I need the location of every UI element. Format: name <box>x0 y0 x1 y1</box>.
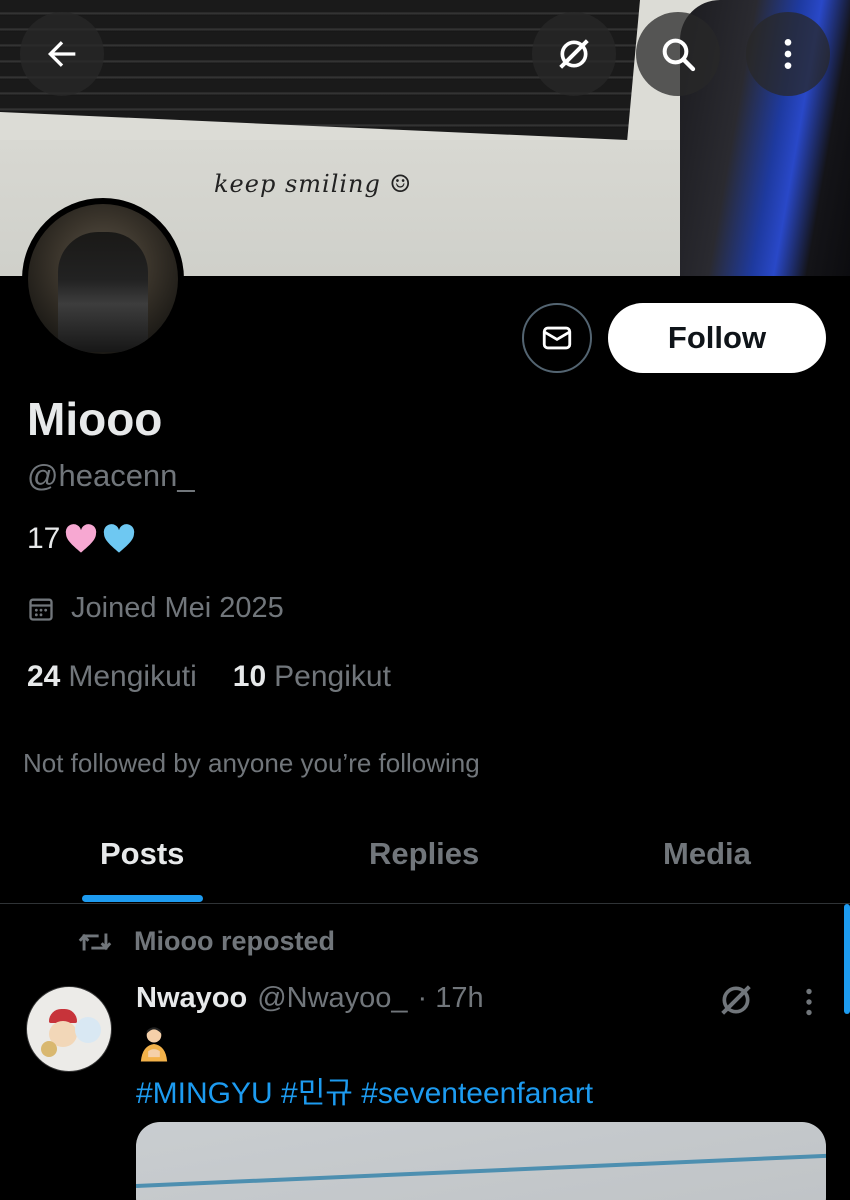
banner-handwriting: keep smiling ☺ <box>214 170 413 198</box>
avatar-small-figure <box>41 1041 57 1057</box>
person-emoji-icon <box>140 1027 168 1062</box>
following-count: 24 <box>27 660 61 693</box>
avatar-bear <box>75 1017 101 1043</box>
arrow-left-icon <box>48 41 76 67</box>
following-label: Mengikuti <box>68 660 197 693</box>
followers-link[interactable]: 10 Pengikut <box>233 660 391 694</box>
post-header: Nwayoo @Nwayoo_ · 17h <box>136 982 484 1015</box>
repost-context: Miooo reposted <box>78 926 335 957</box>
more-vertical-icon <box>784 39 792 69</box>
grok-icon[interactable] <box>716 980 756 1020</box>
profile-name: Miooo <box>27 393 163 445</box>
pink-heart-icon <box>64 524 98 554</box>
post-media-image[interactable] <box>136 1122 826 1200</box>
tab-media[interactable]: Media <box>663 836 751 872</box>
profile-handle: @heacenn_ <box>27 458 195 493</box>
follow-button[interactable]: Follow <box>608 303 826 373</box>
profile-bio: 17 <box>27 522 136 556</box>
following-link[interactable]: 24 Mengikuti <box>27 660 197 694</box>
follow-stats: 24 Mengikuti 10 Pengikut <box>27 660 391 694</box>
calendar-icon <box>29 598 53 621</box>
post-more-icon[interactable] <box>796 984 822 1020</box>
not-followed-notice: Not followed by anyone you’re following <box>23 748 480 778</box>
search-button[interactable] <box>636 12 720 96</box>
message-button[interactable] <box>522 303 592 373</box>
search-icon <box>662 38 696 72</box>
post-author-name[interactable]: Nwayoo <box>136 982 247 1015</box>
more-button[interactable] <box>746 12 830 96</box>
avatar-person <box>58 232 148 352</box>
tab-posts[interactable]: Posts <box>100 836 184 872</box>
profile-tabs: Posts Replies Media <box>0 820 850 904</box>
repost-label: Miooo reposted <box>134 926 335 956</box>
post-author-handle[interactable]: @Nwayoo_ <box>257 982 407 1015</box>
grok-icon <box>559 39 589 69</box>
active-tab-indicator <box>82 895 203 902</box>
mail-icon <box>542 326 572 350</box>
profile-avatar[interactable] <box>22 198 184 360</box>
post-hashtags[interactable]: #MINGYU #민규 #seventeenfanart <box>136 1068 593 1112</box>
grok-button[interactable] <box>532 12 616 96</box>
back-button[interactable] <box>20 12 104 96</box>
post-time[interactable]: · 17h <box>418 982 484 1015</box>
avatar-image <box>28 204 178 354</box>
post-author-avatar[interactable] <box>26 986 112 1072</box>
repost-icon <box>78 933 112 950</box>
joined-text: Joined Mei 2025 <box>71 592 284 624</box>
followers-count: 10 <box>232 660 267 693</box>
light-blue-heart-icon <box>102 524 136 554</box>
media-line <box>136 1153 826 1188</box>
bio-text: 17 <box>27 522 61 555</box>
joined-date: Joined Mei 2025 <box>27 592 284 625</box>
followers-label: Pengikut <box>274 660 391 693</box>
scrollbar[interactable] <box>844 904 850 1014</box>
tab-replies[interactable]: Replies <box>369 836 479 872</box>
